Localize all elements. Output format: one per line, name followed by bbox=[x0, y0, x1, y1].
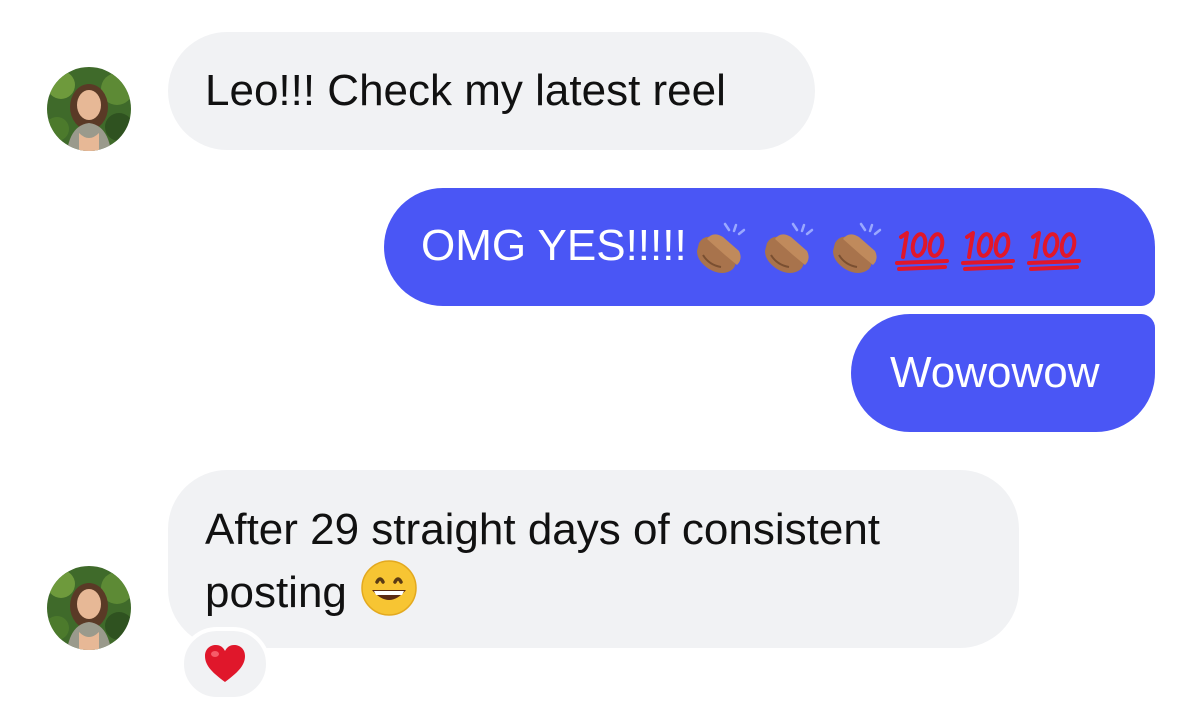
message-text: OMG YES!!!!! bbox=[421, 221, 687, 270]
message-bubble-incoming[interactable]: After 29 straight days of consistent pos… bbox=[168, 470, 1019, 648]
hundred-points-icon bbox=[959, 223, 1019, 273]
avatar[interactable] bbox=[47, 566, 131, 650]
clapping-hands-icon bbox=[825, 221, 887, 275]
hundred-points-icon bbox=[893, 223, 953, 273]
clapping-hands-icon bbox=[757, 221, 819, 275]
message-bubble-outgoing[interactable]: Wowowow bbox=[851, 314, 1155, 432]
message-reaction[interactable] bbox=[180, 627, 270, 701]
message-bubble-incoming[interactable]: Leo!!! Check my latest reel bbox=[168, 32, 815, 150]
grinning-face-icon bbox=[361, 560, 417, 616]
red-heart-icon bbox=[203, 644, 247, 684]
message-bubble-outgoing[interactable]: OMG YES!!!!! bbox=[384, 188, 1155, 306]
hundred-points-icon bbox=[1025, 223, 1085, 273]
message-text: Wowowow bbox=[890, 348, 1100, 397]
clapping-hands-icon bbox=[689, 221, 751, 275]
message-text: After 29 straight days of consistent pos… bbox=[205, 505, 881, 617]
message-text: Leo!!! Check my latest reel bbox=[205, 66, 726, 115]
avatar[interactable] bbox=[47, 67, 131, 151]
